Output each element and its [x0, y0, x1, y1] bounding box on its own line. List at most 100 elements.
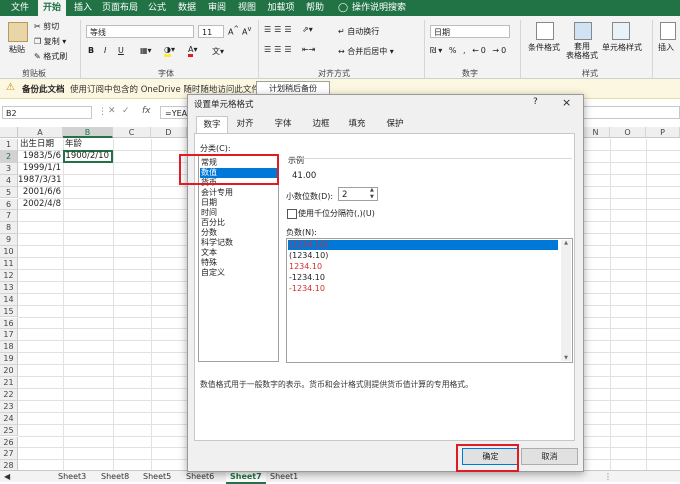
- category-item[interactable]: 会计专用: [201, 188, 233, 198]
- borders-icon[interactable]: ▦▾: [140, 46, 152, 55]
- negative-numbers-listbox[interactable]: (1234.10) (1234.10) 1234.10 -1234.10 -12…: [286, 238, 573, 363]
- category-item[interactable]: 分数: [201, 228, 217, 238]
- insert-cells-button[interactable]: 插入: [658, 42, 674, 53]
- row-header[interactable]: 16: [0, 317, 18, 330]
- grow-font-button[interactable]: A^: [228, 25, 239, 37]
- select-all-corner[interactable]: [0, 127, 18, 138]
- cancel-button[interactable]: 取消: [521, 448, 578, 465]
- sheet-tab[interactable]: Sheet8: [101, 471, 129, 482]
- menu-insert[interactable]: 插入: [70, 0, 96, 16]
- scroll-left-icon[interactable]: ◀: [4, 471, 10, 482]
- menu-file[interactable]: 文件: [4, 0, 36, 16]
- row-header[interactable]: 21: [0, 377, 18, 389]
- conditional-format-icon[interactable]: [536, 22, 554, 40]
- menu-home[interactable]: 开始: [38, 0, 66, 16]
- insert-function-icon[interactable]: fx: [142, 106, 151, 116]
- tab-fill[interactable]: 填充: [342, 116, 372, 133]
- merge-center-button[interactable]: ↔ 合并后居中 ▾: [338, 46, 394, 57]
- menu-review[interactable]: 审阅: [204, 0, 230, 16]
- row-header[interactable]: 19: [0, 353, 18, 366]
- negative-option[interactable]: (1234.10): [289, 251, 328, 261]
- row-header[interactable]: 8: [0, 222, 18, 235]
- cell-a3[interactable]: 1999/1/1: [18, 163, 63, 175]
- row-header[interactable]: 4: [0, 174, 18, 187]
- close-button[interactable]: ×: [562, 96, 571, 109]
- row-header-selected[interactable]: 2: [0, 150, 18, 163]
- cell-a6[interactable]: 2002/4/8: [18, 199, 63, 211]
- negative-option-selected[interactable]: (1234.10): [289, 240, 328, 250]
- row-header[interactable]: 25: [0, 424, 18, 437]
- row-header[interactable]: 1: [0, 139, 18, 151]
- column-header[interactable]: C: [113, 127, 151, 138]
- row-header[interactable]: 7: [0, 210, 18, 223]
- row-header[interactable]: 22: [0, 388, 18, 401]
- category-listbox[interactable]: 常规 数值 货币 会计专用 日期 时间 百分比 分数 科学记数 文本 特殊 自定…: [198, 155, 279, 362]
- sheet-tab[interactable]: Sheet6: [186, 471, 214, 482]
- spinner-icon[interactable]: ▲ ▼: [370, 187, 374, 201]
- paste-button[interactable]: 粘贴: [9, 44, 25, 55]
- menu-formulas[interactable]: 公式: [144, 0, 170, 16]
- tab-alignment[interactable]: 对齐: [230, 116, 260, 133]
- cell-a2[interactable]: 1983/5/6: [18, 151, 63, 163]
- format-as-table-icon[interactable]: [574, 22, 592, 40]
- format-painter-button[interactable]: ✎ 格式刷: [34, 51, 67, 62]
- row-header[interactable]: 26: [0, 436, 18, 449]
- row-header[interactable]: 13: [0, 281, 18, 294]
- font-size-combo[interactable]: 11: [198, 25, 224, 38]
- column-header[interactable]: A: [18, 127, 63, 138]
- column-header-selected[interactable]: B: [63, 127, 113, 138]
- row-header[interactable]: 14: [0, 293, 18, 306]
- confirm-formula-icon[interactable]: ✓: [122, 106, 130, 116]
- category-item[interactable]: 百分比: [201, 218, 225, 228]
- shrink-font-button[interactable]: Av: [242, 25, 251, 37]
- thousands-checkbox[interactable]: [287, 209, 297, 219]
- row-header[interactable]: 23: [0, 400, 18, 413]
- category-item[interactable]: 日期: [201, 198, 217, 208]
- indent-icons[interactable]: ⇤⇥: [302, 45, 315, 54]
- help-button[interactable]: ?: [533, 97, 538, 107]
- row-header[interactable]: 15: [0, 305, 18, 318]
- format-as-table-button[interactable]: 套用 表格格式: [566, 42, 598, 60]
- menu-data[interactable]: 数据: [174, 0, 200, 16]
- tell-me-search[interactable]: 操作说明搜索: [352, 0, 422, 16]
- cell-a4[interactable]: 1987/3/31: [18, 175, 63, 187]
- column-header[interactable]: D: [151, 127, 187, 138]
- wrap-text-button[interactable]: ↵ 自动换行: [338, 26, 379, 37]
- tab-protection[interactable]: 保护: [380, 116, 410, 133]
- scrollbar[interactable]: ▲ ▼: [561, 240, 571, 361]
- column-header[interactable]: O: [610, 127, 646, 138]
- category-item[interactable]: 自定义: [201, 268, 225, 278]
- row-header[interactable]: 24: [0, 412, 18, 425]
- underline-button[interactable]: U: [118, 46, 124, 55]
- insert-cells-icon[interactable]: [660, 22, 676, 40]
- more-sheets-icon[interactable]: ⋮: [604, 471, 612, 482]
- sheet-tab-active[interactable]: Sheet7: [226, 471, 266, 484]
- cell-styles-icon[interactable]: [612, 22, 630, 40]
- number-format-combo[interactable]: 日期: [430, 25, 510, 38]
- row-header[interactable]: 20: [0, 365, 18, 377]
- cut-button[interactable]: ✂ 剪切: [34, 21, 59, 32]
- negative-option[interactable]: 1234.10: [289, 262, 322, 272]
- row-header[interactable]: 12: [0, 269, 18, 282]
- row-header[interactable]: 11: [0, 258, 18, 270]
- copy-button[interactable]: ❐ 复制 ▾: [34, 36, 66, 47]
- category-item[interactable]: 时间: [201, 208, 217, 218]
- negative-option[interactable]: -1234.10: [289, 284, 325, 294]
- tab-number[interactable]: 数字: [196, 116, 228, 134]
- row-header[interactable]: 9: [0, 234, 18, 247]
- menu-help[interactable]: 帮助: [302, 0, 328, 16]
- italic-button[interactable]: I: [104, 46, 106, 55]
- row-header[interactable]: 18: [0, 341, 18, 354]
- orientation-icon[interactable]: ⇗▾: [302, 25, 313, 34]
- conditional-format-button[interactable]: 条件格式: [528, 42, 560, 53]
- row-header[interactable]: 5: [0, 186, 18, 199]
- category-item[interactable]: 特殊: [201, 258, 217, 268]
- cell-a5[interactable]: 2001/6/6: [18, 187, 63, 199]
- phonetic-icon[interactable]: 文▾: [212, 46, 224, 57]
- align-top-icons[interactable]: ☰☰☰: [264, 25, 295, 34]
- category-item[interactable]: 文本: [201, 248, 217, 258]
- paste-icon[interactable]: [8, 22, 28, 42]
- tab-border[interactable]: 边框: [306, 116, 336, 133]
- font-name-combo[interactable]: 等线: [86, 25, 194, 38]
- sheet-tab[interactable]: Sheet3: [58, 471, 86, 482]
